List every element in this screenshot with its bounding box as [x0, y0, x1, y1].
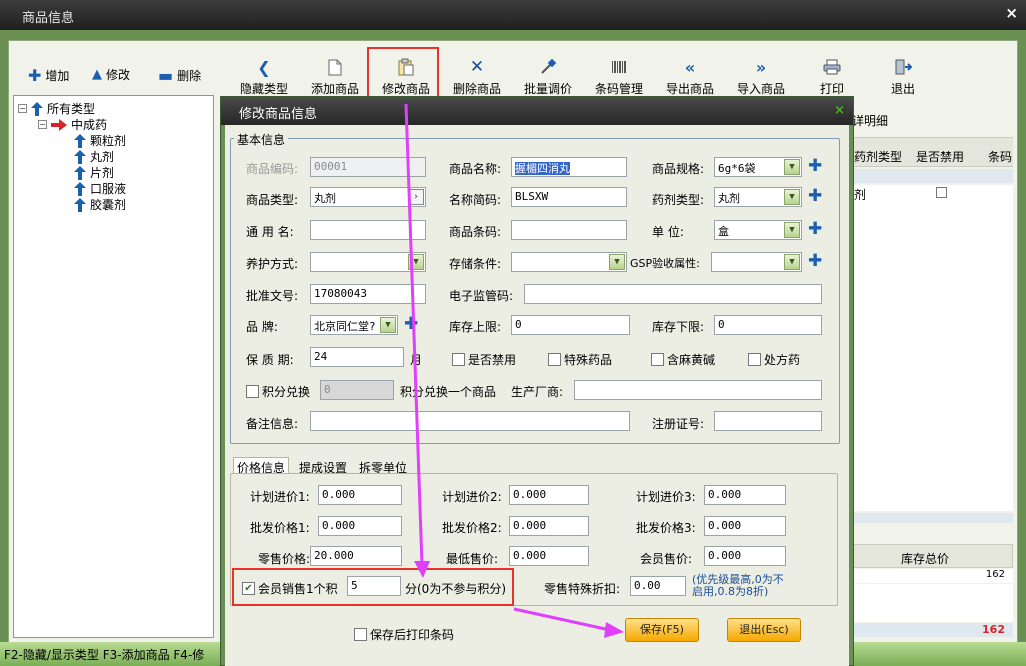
arrow-line-toolbar-to-points: [404, 103, 424, 566]
annotation-arrows: [404, 103, 624, 638]
arrow-line-points-to-save: [513, 607, 611, 632]
arrowhead-down-icon: [414, 561, 430, 578]
arrowhead-right-icon: [604, 622, 624, 638]
